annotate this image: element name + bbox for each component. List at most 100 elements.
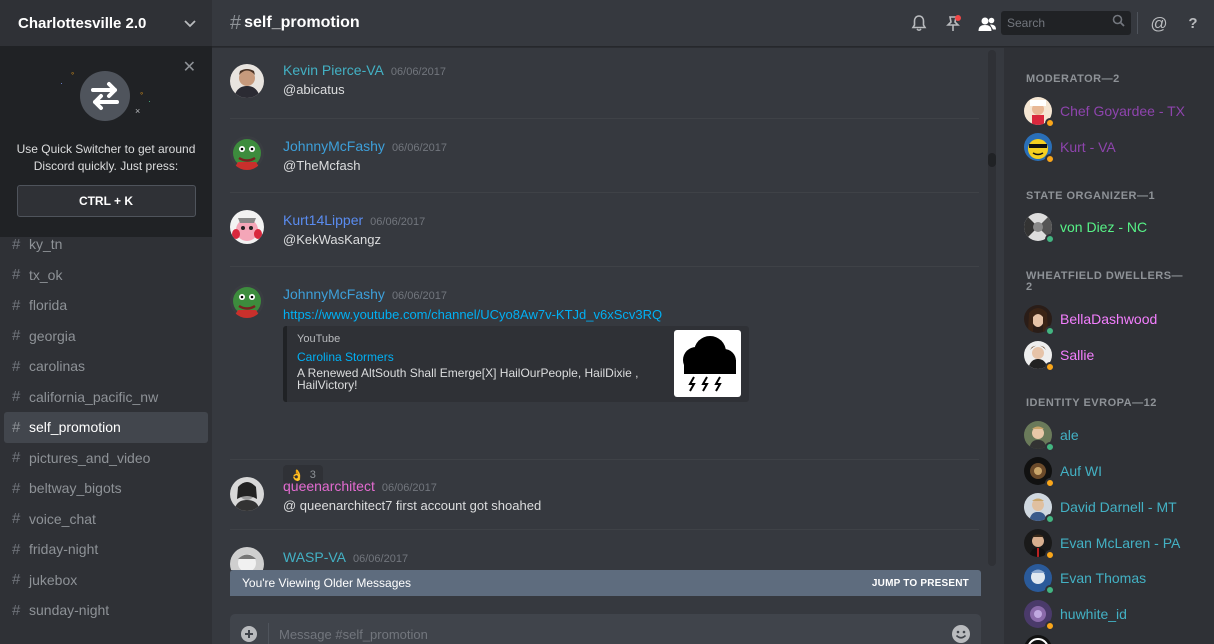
hash-icon: # <box>12 235 21 253</box>
channel-self_promotion[interactable]: # self_promotion <box>4 412 208 443</box>
hash-icon: # <box>12 388 21 406</box>
composer-divider <box>268 623 269 644</box>
avatar <box>1024 133 1055 164</box>
search-input[interactable]: Search <box>1001 11 1131 35</box>
scrollbar-track[interactable] <box>988 50 996 566</box>
upload-icon[interactable] <box>230 625 268 643</box>
channel-jukebox[interactable]: # jukebox <box>4 565 208 596</box>
channel-california_pacific_nw[interactable]: # california_pacific_nw <box>4 382 208 413</box>
hash-icon: # <box>12 540 21 558</box>
close-icon[interactable]: ✕ <box>183 57 196 77</box>
pin-icon[interactable] <box>936 0 970 47</box>
avatar[interactable] <box>230 64 264 98</box>
older-messages-bar: You're Viewing Older Messages JUMP TO PR… <box>230 570 981 596</box>
channel-tx_ok[interactable]: # tx_ok <box>4 260 208 291</box>
online-status-icon <box>1045 514 1055 524</box>
hash-icon: # <box>12 327 21 345</box>
quick-switcher-illustration: ◦ · ◦ · × <box>56 67 156 127</box>
message-timestamp: 06/06/2017 <box>381 482 437 494</box>
online-status-icon <box>1045 234 1055 244</box>
member-item[interactable]: Evan Thomas <box>1024 561 1210 595</box>
quick-switcher-tip: ✕ ◦ · ◦ · × Use Quick Switcher to get ar… <box>0 47 212 237</box>
mentions-icon[interactable]: @ <box>1147 0 1171 47</box>
channel-friday-night[interactable]: # friday-night <box>4 534 208 565</box>
online-status-icon <box>1045 585 1055 595</box>
embed-description: A Renewed AltSouth Shall Emerge[X] HailO… <box>297 366 639 392</box>
channel-florida[interactable]: # florida <box>4 290 208 321</box>
emoji-icon[interactable] <box>941 624 981 644</box>
message: JohnnyMcFashy 06/06/2017 https://www.you… <box>230 266 979 485</box>
server-header[interactable]: Charlottesville 2.0 <box>0 0 212 47</box>
scrollbar-thumb[interactable] <box>988 153 996 167</box>
channel-sidebar: Charlottesville 2.0 ✕ ◦ · ◦ · × Use Quic… <box>0 0 212 644</box>
avatar <box>1024 635 1052 644</box>
idle-status-icon <box>1045 621 1055 631</box>
idle-status-icon <box>1045 118 1055 128</box>
chevron-down-icon[interactable] <box>184 16 196 31</box>
member-item[interactable]: BellaDashwood <box>1024 302 1210 336</box>
channel-carolinas[interactable]: # carolinas <box>4 351 208 382</box>
member-item[interactable]: Auf WI <box>1024 454 1210 488</box>
channel-georgia[interactable]: # georgia <box>4 321 208 352</box>
server-name: Charlottesville 2.0 <box>18 14 147 32</box>
message-text: @TheMcfash <box>283 158 361 173</box>
channel-sunday-night[interactable]: # sunday-night <box>4 595 208 626</box>
message-timestamp: 06/06/2017 <box>353 553 409 565</box>
hash-icon: # <box>12 601 21 619</box>
member-item[interactable]: von Diez - NC <box>1024 210 1210 244</box>
member-item[interactable]: Sallie <box>1024 338 1210 372</box>
member-item[interactable]: Kurt - VA <box>1024 130 1210 164</box>
avatar[interactable] <box>230 210 264 244</box>
chat-header: # self_promotion Search @ ? <box>212 0 1214 47</box>
channel-beltway_bigots[interactable]: # beltway_bigots <box>4 473 208 504</box>
embed-title[interactable]: Carolina Stormers <box>297 350 394 364</box>
avatar[interactable] <box>230 477 264 511</box>
hash-icon: # <box>12 571 21 589</box>
avatar[interactable] <box>230 136 264 170</box>
swap-arrows-icon <box>91 82 119 110</box>
message-input[interactable] <box>279 626 941 642</box>
message-timestamp: 06/06/2017 <box>390 66 446 78</box>
member-item[interactable]: Evan McLaren - PA <box>1024 526 1210 560</box>
avatar <box>1024 493 1055 524</box>
member-item[interactable]: David Darnell - MT <box>1024 490 1210 524</box>
embed-thumbnail[interactable] <box>674 330 741 397</box>
member-item[interactable] <box>1024 632 1210 644</box>
message-author[interactable]: WASP-VA <box>283 549 346 565</box>
avatar <box>1024 457 1055 488</box>
message-author[interactable]: Kevin Pierce-VA <box>283 62 384 78</box>
jump-to-present-button[interactable]: JUMP TO PRESENT <box>872 578 969 589</box>
member-item[interactable]: ale <box>1024 418 1210 452</box>
avatar <box>1024 600 1055 631</box>
message-author[interactable]: JohnnyMcFashy <box>283 286 385 302</box>
bell-icon[interactable] <box>902 0 936 47</box>
message-timestamp: 06/06/2017 <box>391 142 447 154</box>
avatar[interactable] <box>230 284 264 318</box>
members-icon[interactable] <box>970 0 1004 47</box>
hash-icon: # <box>12 479 21 497</box>
avatar <box>1024 421 1055 452</box>
hash-icon: # <box>12 266 21 284</box>
hash-icon: # <box>230 11 242 34</box>
channel-voice_chat[interactable]: # voice_chat <box>4 504 208 535</box>
message-author[interactable]: JohnnyMcFashy <box>283 138 385 154</box>
idle-status-icon <box>1045 550 1055 560</box>
channel-title: self_promotion <box>244 14 360 31</box>
message: Kurt14Lipper 06/06/2017 @KekWasKangz <box>230 192 979 266</box>
message-link[interactable]: https://www.youtube.com/channel/UCyo8Aw7… <box>283 307 662 322</box>
member-item[interactable]: Chef Goyardee - TX <box>1024 94 1210 128</box>
member-item[interactable]: huwhite_id <box>1024 597 1210 631</box>
message-text: @ queenarchitect7 first account got shoa… <box>283 498 542 513</box>
idle-status-icon <box>1045 362 1055 372</box>
message: queenarchitect 06/06/2017 @ queenarchite… <box>230 459 979 531</box>
message-author[interactable]: Kurt14Lipper <box>283 212 363 228</box>
avatar[interactable] <box>230 547 264 570</box>
help-icon[interactable]: ? <box>1184 0 1202 47</box>
channel-pictures_and_video[interactable]: # pictures_and_video <box>4 443 208 474</box>
message: Kevin Pierce-VA 06/06/2017 @abicatus <box>230 62 979 122</box>
hash-icon: # <box>12 357 21 375</box>
search-icon <box>1112 14 1125 32</box>
message-text: @KekWasKangz <box>283 232 381 247</box>
shortcut-button[interactable]: CTRL + K <box>16 185 196 217</box>
message-author[interactable]: queenarchitect <box>283 478 375 494</box>
